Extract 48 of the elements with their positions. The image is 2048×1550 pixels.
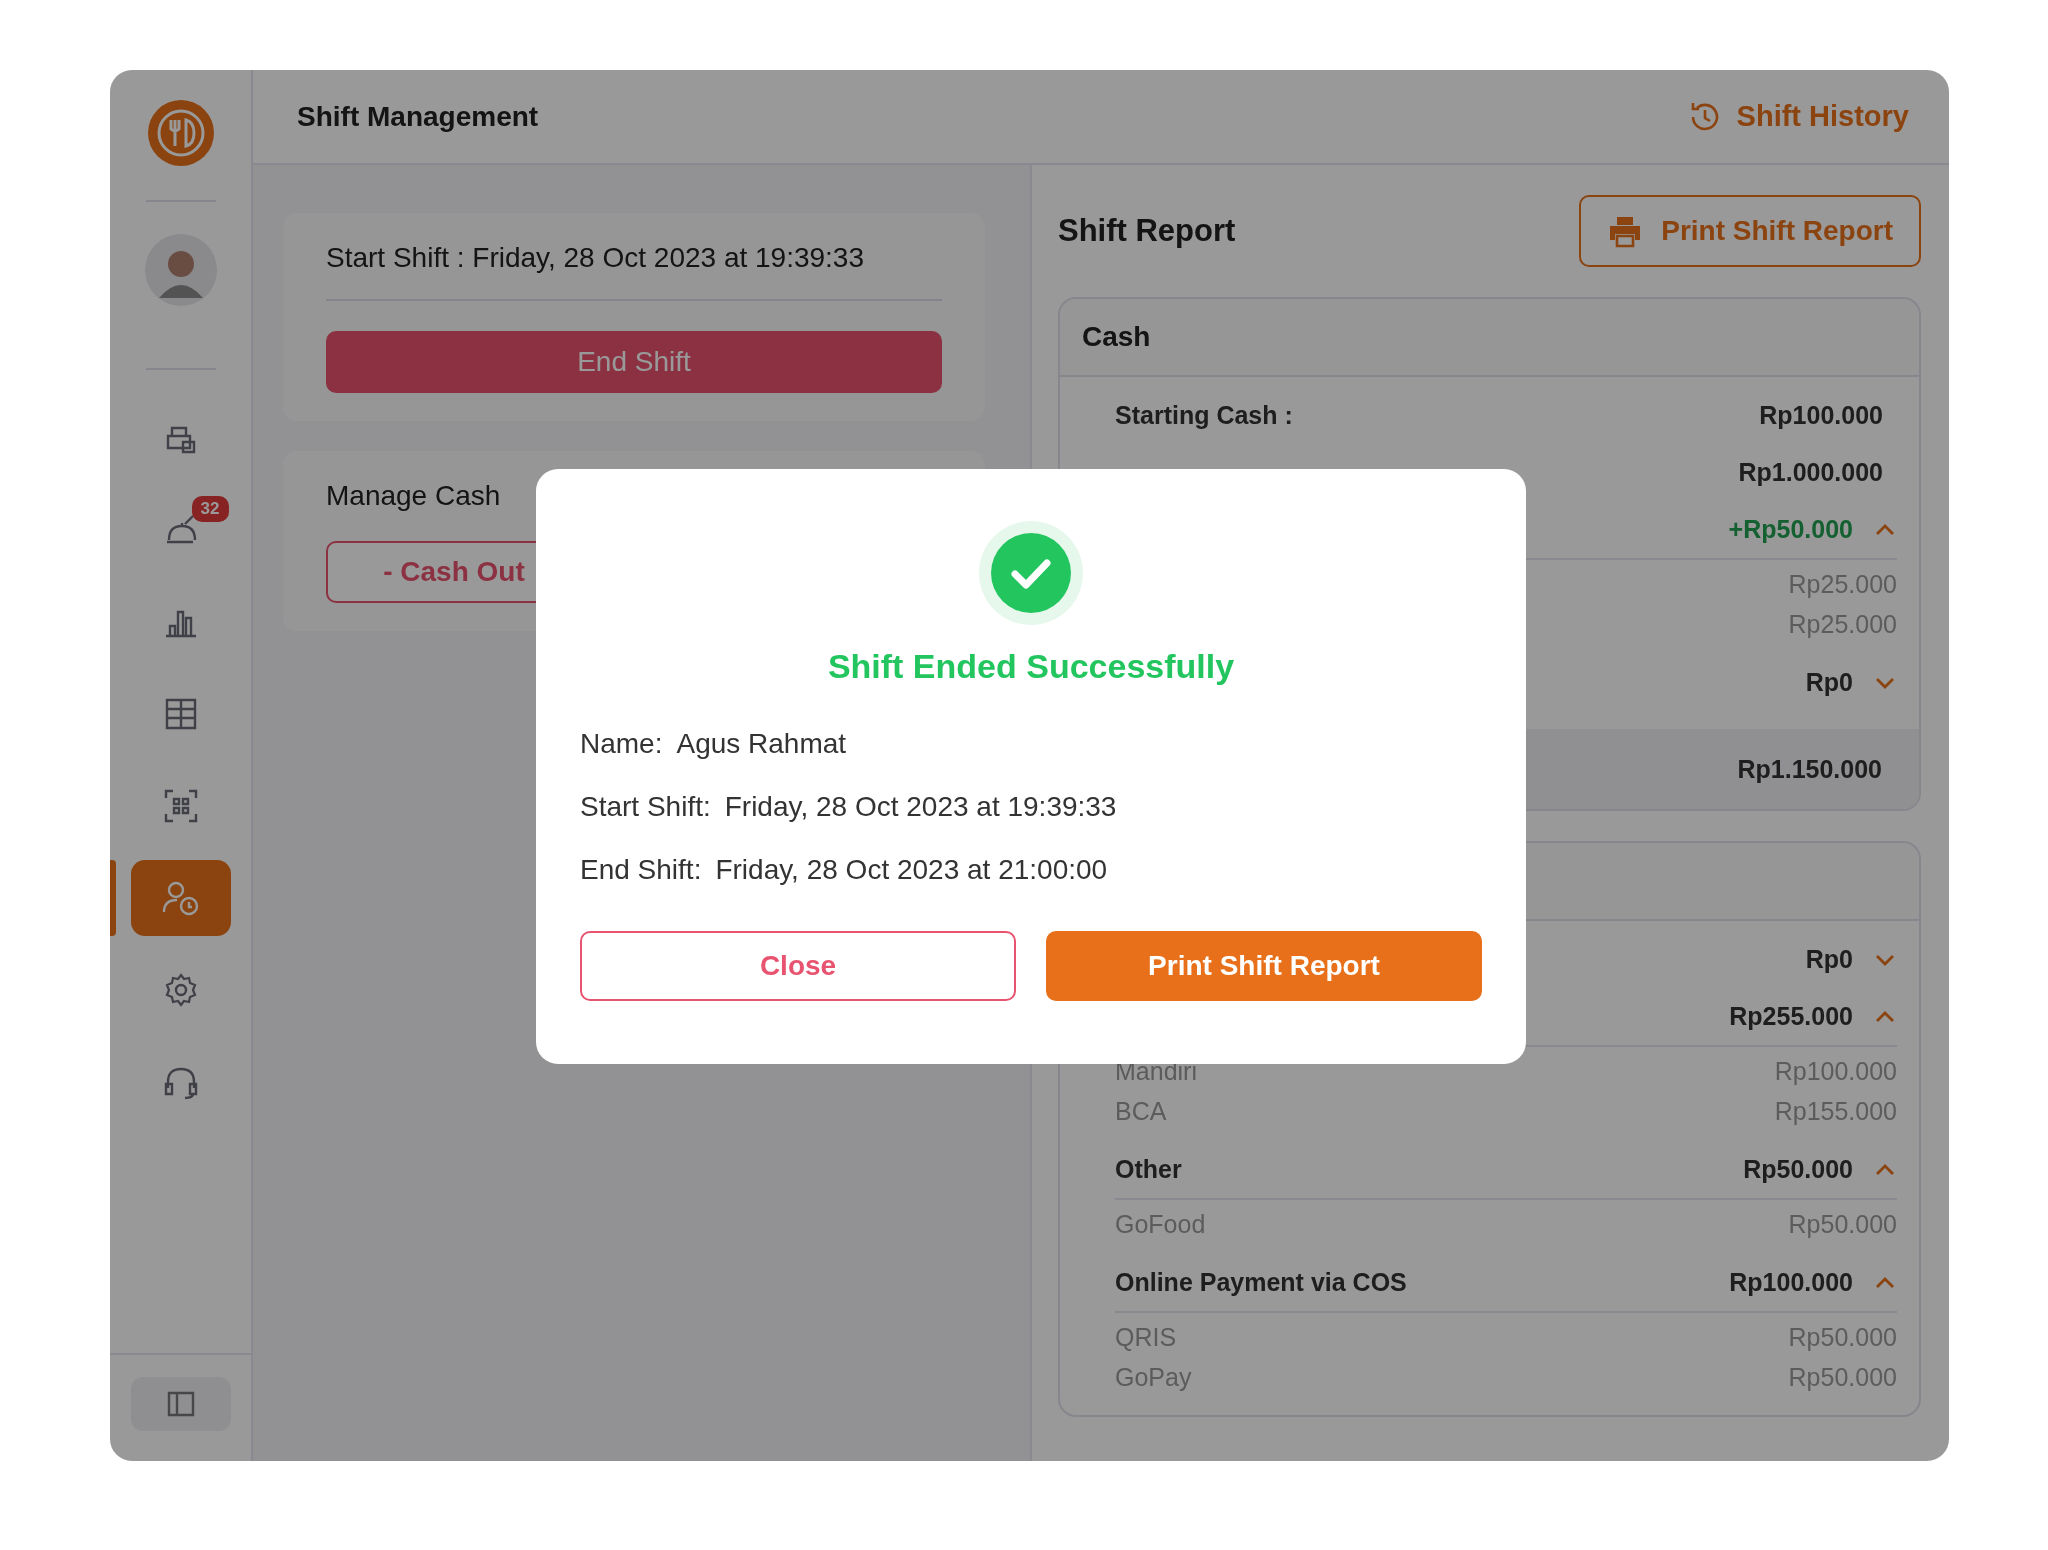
qr-scan-icon [162, 788, 199, 824]
row-label: GoFood [1115, 1209, 1206, 1239]
field-value: Friday, 28 Oct 2023 at 19:39:33 [724, 790, 1117, 823]
field-value: Agus Rahmat [676, 727, 847, 760]
row-value: Rp255.000 [1729, 1002, 1853, 1031]
page-title: Shift Management [297, 100, 539, 133]
success-check-icon [979, 521, 1083, 625]
field-label: Start Shift: [580, 790, 711, 823]
field-label: End Shift: [580, 853, 702, 886]
row-value: Rp0 [1805, 945, 1853, 974]
row-value: Rp50.000 [1788, 1322, 1897, 1352]
cash-title: Cash [1082, 321, 1151, 353]
row-label: Other [1115, 1155, 1182, 1184]
row-value: Rp100.000 [1759, 401, 1883, 430]
avatar-icon[interactable] [144, 234, 217, 306]
end-shift-button[interactable]: End Shift [326, 331, 942, 393]
row-value: Rp25.000 [1788, 609, 1897, 639]
row-value: Rp50.000 [1788, 1209, 1897, 1239]
row-value: Rp50.000 [1743, 1155, 1853, 1184]
field-value: Friday, 28 Oct 2023 at 21:00:00 [715, 853, 1108, 886]
row-label: GoPay [1115, 1362, 1192, 1392]
row-label: BCA [1115, 1096, 1167, 1126]
sidebar-item[interactable] [130, 860, 231, 936]
row-value: Rp155.000 [1774, 1096, 1897, 1126]
row-label: Online Payment via COS [1115, 1268, 1407, 1297]
row-value: Rp50.000 [1788, 1362, 1897, 1392]
notification-badge: 32 [191, 496, 229, 522]
row-value: Rp100.000 [1729, 1268, 1853, 1297]
close-button[interactable]: Close [580, 931, 1016, 1001]
row-value: Rp0 [1805, 668, 1853, 697]
row-value: Rp100.000 [1774, 1056, 1897, 1086]
shift-history-link[interactable]: Shift History [1686, 98, 1909, 135]
total-value: Rp1.150.000 [1737, 754, 1882, 784]
sidebar-item[interactable]: 32 [130, 492, 231, 568]
row-label: Starting Cash : [1115, 401, 1293, 430]
row-value: Rp25.000 [1788, 569, 1897, 599]
manage-cash-title: Manage Cash [326, 479, 502, 513]
row-value: +Rp50.000 [1728, 515, 1853, 544]
shift-report-title: Shift Report [1058, 213, 1236, 249]
row-value: Rp1.000.000 [1738, 458, 1883, 487]
print-report-button[interactable]: Print Shift Report [1579, 195, 1921, 267]
print-report-button[interactable]: Print Shift Report [1046, 931, 1482, 1001]
start-shift-text: Start Shift : Friday, 28 Oct 2023 at 19:39:33 [326, 241, 865, 275]
sidebar-toggle-button[interactable] [130, 1377, 231, 1431]
field-label: Name: [580, 727, 663, 760]
row-label: QRIS [1115, 1322, 1177, 1352]
logo-icon [145, 98, 216, 168]
dialog-title: Shift Ended Successfully [827, 647, 1235, 686]
